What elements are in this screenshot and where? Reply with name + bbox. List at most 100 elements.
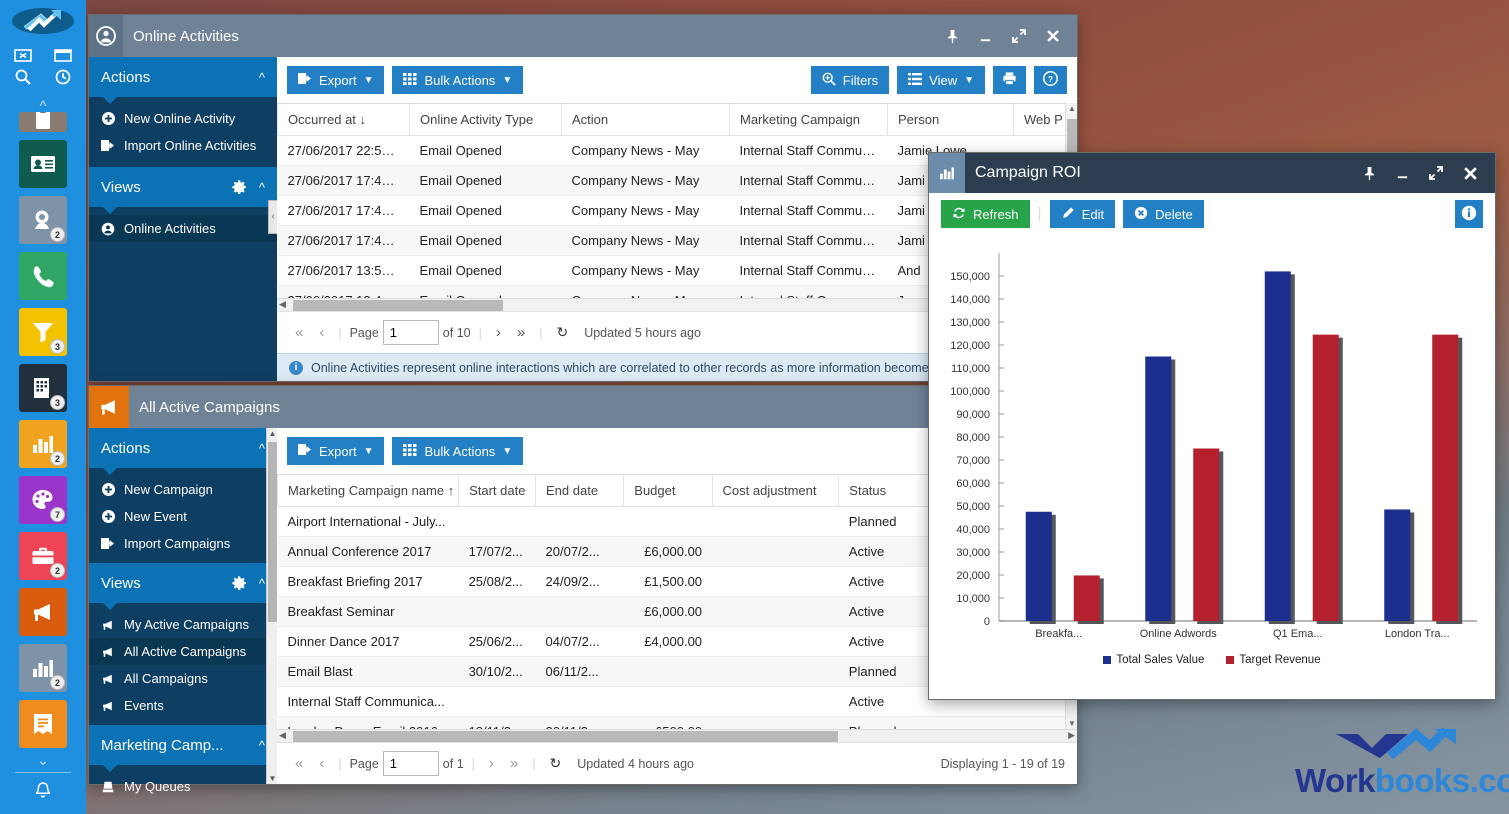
maximise-icon[interactable] bbox=[1011, 28, 1027, 44]
next-page-icon[interactable]: › bbox=[490, 324, 507, 341]
sidebar-item-campaigns-app[interactable] bbox=[19, 588, 67, 636]
prev-page-icon[interactable]: ‹ bbox=[313, 324, 330, 341]
gear-icon[interactable] bbox=[231, 575, 247, 591]
sidebar-item-opportunities-app[interactable]: 2 bbox=[19, 532, 67, 580]
actions-header[interactable]: Actions ^ bbox=[89, 428, 277, 475]
window-titlebar[interactable]: Campaign ROI bbox=[929, 153, 1495, 193]
window-controls[interactable] bbox=[945, 28, 1077, 44]
view-button[interactable]: View ▼ bbox=[897, 66, 985, 94]
window-controls[interactable] bbox=[1362, 165, 1495, 182]
minimise-icon[interactable] bbox=[978, 29, 993, 44]
window-icon[interactable] bbox=[54, 46, 72, 64]
sidebar-item-design-app[interactable]: 7 bbox=[19, 476, 67, 524]
workbooks-arrow-logo-icon[interactable] bbox=[12, 8, 74, 34]
sidebar-item-dashboards-app[interactable]: 2 bbox=[19, 644, 67, 692]
close-icon[interactable] bbox=[1462, 165, 1479, 182]
refresh-icon[interactable]: ↻ bbox=[550, 324, 574, 341]
chevron-up-icon[interactable]: ^ bbox=[259, 180, 265, 195]
chevron-down-icon[interactable]: ⌄ bbox=[37, 753, 50, 768]
column-header-occurred-at[interactable]: Occurred at ↓ bbox=[277, 103, 410, 136]
scroll-up-arrow-icon[interactable]: ▲ bbox=[1066, 104, 1077, 113]
edit-button[interactable]: Edit bbox=[1049, 200, 1116, 228]
chevron-up-icon[interactable]: ^ bbox=[259, 738, 265, 753]
bell-icon[interactable] bbox=[0, 781, 86, 806]
sidebar-item-new-campaign[interactable]: New Campaign bbox=[89, 476, 277, 503]
refresh-button[interactable]: Refresh bbox=[941, 200, 1030, 228]
window-campaign-roi[interactable]: Campaign ROI Refresh | Edit Delete 0 10,0… bbox=[928, 152, 1496, 700]
sidebar-item-calls-app[interactable] bbox=[19, 252, 67, 300]
print-button[interactable] bbox=[993, 66, 1026, 94]
column-header-campaign-name[interactable]: Marketing Campaign name ↑ bbox=[277, 474, 460, 507]
pin-icon[interactable] bbox=[945, 29, 960, 44]
marketing-campaigns-header[interactable]: Marketing Camp... ^ bbox=[89, 725, 277, 772]
scrollbar-thumb[interactable] bbox=[293, 731, 838, 742]
views-header[interactable]: Views ^ bbox=[89, 167, 277, 214]
bulk-actions-button[interactable]: Bulk Actions ▼ bbox=[392, 66, 524, 94]
sidebar-item-filters-app[interactable]: 3 bbox=[19, 308, 67, 356]
column-header-marketing-campaign[interactable]: Marketing Campaign bbox=[729, 103, 888, 136]
sidebar-item-my-queues[interactable]: My Queues bbox=[89, 773, 277, 800]
sidebar-item-online-activities[interactable]: Online Activities bbox=[89, 215, 277, 242]
views-header[interactable]: Views ^ bbox=[89, 563, 277, 610]
chevron-up-icon[interactable]: ^ bbox=[259, 576, 265, 591]
bulk-actions-button[interactable]: Bulk Actions ▼ bbox=[392, 437, 524, 465]
page-input[interactable] bbox=[382, 751, 439, 776]
horizontal-scrollbar[interactable]: ◀ ▶ bbox=[277, 729, 1077, 742]
chevron-up-icon[interactable]: ^ bbox=[259, 70, 265, 85]
last-page-icon[interactable]: » bbox=[511, 324, 531, 341]
sidebar-item-invoices-app[interactable] bbox=[19, 700, 67, 748]
next-page-icon[interactable]: › bbox=[483, 755, 500, 772]
column-header-end-date[interactable]: End date bbox=[535, 474, 625, 507]
column-header-action[interactable]: Action bbox=[561, 103, 730, 136]
column-header-person[interactable]: Person bbox=[887, 103, 1014, 136]
scroll-left-arrow-icon[interactable]: ◀ bbox=[279, 299, 286, 310]
chevron-up-icon[interactable]: ^ bbox=[259, 441, 265, 456]
sidebar-item-all-campaigns[interactable]: All Campaigns bbox=[89, 665, 277, 692]
scrollbar-thumb[interactable] bbox=[293, 300, 503, 311]
first-page-icon[interactable]: « bbox=[289, 324, 309, 341]
column-header-cost-adjustment[interactable]: Cost adjustment bbox=[711, 474, 840, 507]
refresh-icon[interactable]: ↻ bbox=[544, 755, 568, 772]
sidebar-item-organisations-app[interactable]: 3 bbox=[19, 364, 67, 412]
page-input[interactable] bbox=[382, 320, 439, 345]
info-button[interactable] bbox=[1455, 200, 1483, 228]
column-header-budget[interactable]: Budget bbox=[623, 474, 713, 507]
last-page-icon[interactable]: » bbox=[504, 755, 524, 772]
maximise-icon[interactable] bbox=[1428, 165, 1444, 181]
scroll-down-arrow-icon[interactable]: ▼ bbox=[1066, 719, 1077, 728]
sidebar-item-new-online-activity[interactable]: New Online Activity bbox=[89, 105, 277, 132]
table-row[interactable]: London Demo Email 2016 18/11/2... 20/11/… bbox=[277, 716, 1077, 729]
sidebar-item-new-event[interactable]: New Event bbox=[89, 503, 277, 530]
search-icon[interactable] bbox=[14, 68, 32, 86]
column-header-status[interactable]: Status bbox=[838, 474, 930, 507]
scroll-right-arrow-icon[interactable]: ▶ bbox=[1068, 730, 1075, 741]
sidebar-scrollbar[interactable]: ▲ ▼ bbox=[266, 428, 277, 784]
clock-icon[interactable] bbox=[54, 68, 72, 86]
pin-icon[interactable] bbox=[1362, 166, 1377, 181]
sidebar-item-my-active-campaigns[interactable]: My Active Campaigns bbox=[89, 611, 277, 638]
column-header-activity-type[interactable]: Online Activity Type bbox=[409, 103, 562, 136]
sidebar-item-import-campaigns[interactable]: Import Campaigns bbox=[89, 530, 277, 557]
actions-header[interactable]: Actions ^ bbox=[89, 57, 277, 104]
scrollbar-thumb[interactable] bbox=[268, 442, 277, 622]
sidebar-item-events[interactable]: Events bbox=[89, 692, 277, 719]
help-button[interactable]: ? bbox=[1034, 66, 1067, 94]
sidebar-item-import-online-activities[interactable]: Import Online Activities bbox=[89, 132, 277, 159]
sidebar-item-reports-app[interactable]: 2 bbox=[19, 420, 67, 468]
column-header-start-date[interactable]: Start date bbox=[458, 474, 537, 507]
first-page-icon[interactable]: « bbox=[289, 755, 309, 772]
sidebar-item-clipboard-app[interactable] bbox=[19, 112, 67, 132]
window-titlebar[interactable]: Online Activities bbox=[89, 15, 1077, 57]
sidebar-item-contacts-app[interactable] bbox=[19, 140, 67, 188]
sidebar-item-people-app[interactable]: 2 bbox=[19, 196, 67, 244]
filters-button[interactable]: Filters bbox=[810, 66, 890, 94]
close-tab-icon[interactable] bbox=[14, 46, 32, 64]
delete-button[interactable]: Delete bbox=[1123, 200, 1204, 228]
prev-page-icon[interactable]: ‹ bbox=[313, 755, 330, 772]
gear-icon[interactable] bbox=[231, 179, 247, 195]
export-button[interactable]: Export ▼ bbox=[287, 437, 385, 465]
sidebar-item-all-active-campaigns[interactable]: All Active Campaigns bbox=[89, 638, 277, 665]
chevron-up-icon[interactable]: ^ bbox=[39, 99, 46, 114]
close-icon[interactable] bbox=[1045, 28, 1061, 44]
export-button[interactable]: Export ▼ bbox=[287, 66, 385, 94]
